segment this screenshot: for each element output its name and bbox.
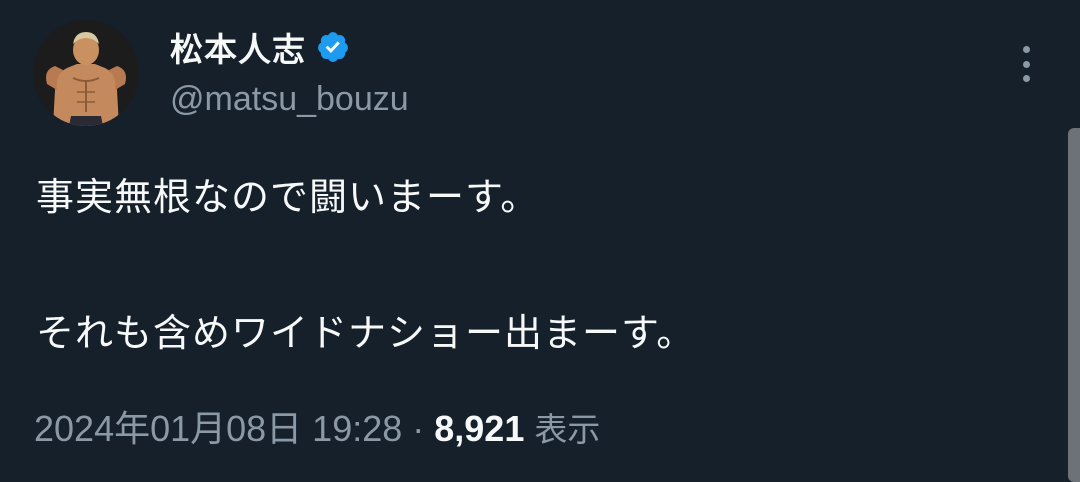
verified-badge-icon[interactable]: [316, 30, 350, 64]
view-count[interactable]: 8,921: [434, 408, 524, 450]
tweet-text-line-1: 事実無根なので闘いまーす。: [36, 175, 540, 219]
views-label: 表示: [534, 410, 601, 449]
tweet-text-line-2: それも含めワイドナショー出まーす。: [36, 311, 696, 355]
avatar[interactable]: [33, 20, 139, 126]
author-name-row: 松本人志: [170, 23, 350, 71]
more-options-icon[interactable]: [1012, 44, 1040, 84]
avatar-image: [33, 20, 139, 126]
meta-separator: ·: [412, 408, 425, 449]
scrollbar[interactable]: [1068, 128, 1080, 482]
author-display-name[interactable]: 松本人志: [170, 23, 306, 71]
more-dot: [1022, 46, 1030, 53]
more-dot: [1022, 60, 1030, 68]
tweet-meta: 2024年01月08日 19:28 · 8,921 表示: [34, 400, 600, 452]
tweet-card: 松本人志 @matsu_bouzu 事実無根なので闘いまーす。 それも含めワイド…: [0, 0, 1080, 482]
more-dot: [1022, 75, 1030, 82]
tweet-timestamp[interactable]: 2024年01月08日 19:28: [34, 400, 402, 452]
author-handle[interactable]: @matsu_bouzu: [170, 80, 409, 119]
